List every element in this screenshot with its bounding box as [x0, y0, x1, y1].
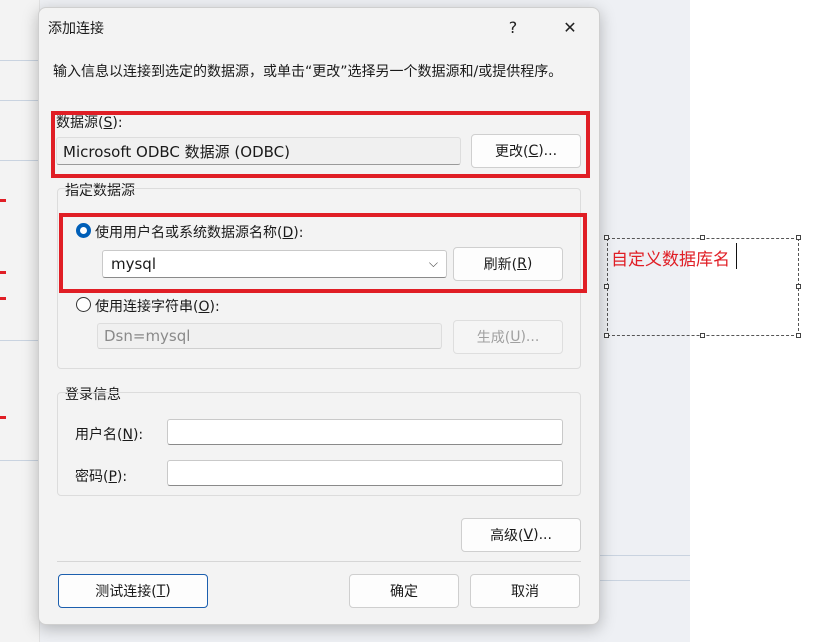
resize-handle[interactable] [796, 333, 801, 338]
resize-handle[interactable] [796, 284, 801, 289]
cancel-button[interactable]: 取消 [470, 574, 580, 608]
background-red-mark [0, 271, 6, 274]
username-label: 用户名(N): [75, 427, 144, 443]
footer-separator [57, 561, 581, 562]
resize-handle[interactable] [604, 284, 609, 289]
resize-handle[interactable] [796, 235, 801, 240]
background-divider [0, 60, 40, 61]
background-divider [600, 555, 690, 556]
background-red-mark [0, 199, 6, 202]
password-label: 密码(P): [75, 469, 128, 485]
connection-string-field: Dsn=mysql [97, 323, 442, 349]
text-caret [736, 243, 737, 269]
option-connstr-radio[interactable] [76, 297, 91, 312]
background-divider [0, 340, 40, 341]
password-input[interactable] [167, 460, 563, 486]
add-connection-dialog: 添加连接 ? ✕ 输入信息以连接到选定的数据源，或单击“更改”选择另一个数据源和… [38, 7, 600, 625]
background-divider [0, 160, 40, 161]
advanced-button[interactable]: 高级(V)... [461, 518, 581, 552]
resize-handle[interactable] [604, 333, 609, 338]
test-connection-button[interactable]: 测试连接(T) [58, 574, 208, 608]
close-button[interactable]: ✕ [555, 14, 585, 40]
resize-handle[interactable] [604, 235, 609, 240]
help-button[interactable]: ? [498, 14, 528, 40]
dialog-title: 添加连接 [48, 21, 104, 37]
annotation-text[interactable]: 自定义数据库名 [611, 245, 730, 270]
username-input[interactable] [167, 419, 563, 445]
highlight-box-dsn [59, 213, 587, 293]
background-divider [0, 100, 40, 101]
highlight-box-datasource [51, 111, 590, 178]
resize-handle[interactable] [700, 235, 705, 240]
background-divider [0, 460, 40, 461]
help-icon: ? [508, 17, 518, 37]
background-red-mark [0, 297, 6, 300]
option-connstr-label[interactable]: 使用连接字符串(O): [95, 296, 220, 316]
background-sidebar [0, 0, 40, 642]
ok-button[interactable]: 确定 [349, 574, 459, 608]
close-icon: ✕ [563, 17, 577, 37]
build-button: 生成(U)... [453, 320, 563, 354]
background-divider [600, 580, 690, 581]
dialog-description: 输入信息以连接到选定的数据源，或单击“更改”选择另一个数据源和/或提供程序。 [53, 64, 563, 80]
resize-handle[interactable] [700, 333, 705, 338]
background-red-mark [0, 416, 6, 419]
